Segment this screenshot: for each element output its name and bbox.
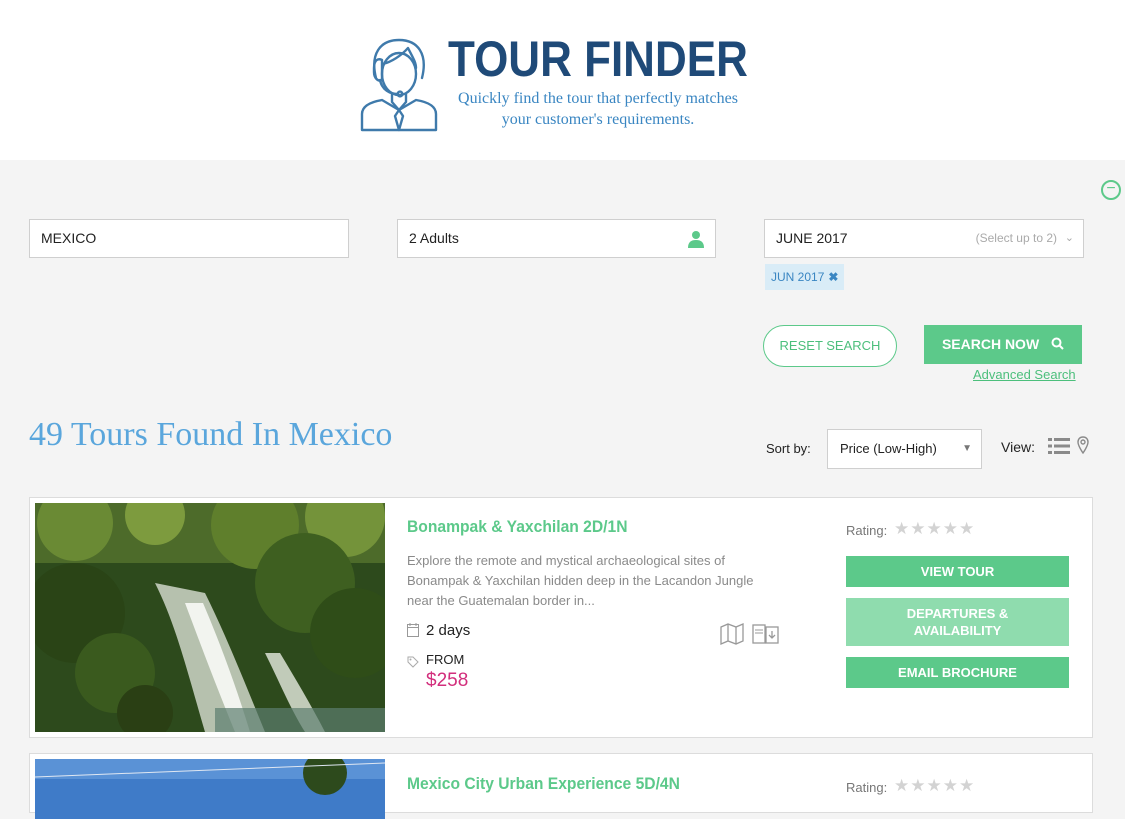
caret-down-icon: ▼ xyxy=(962,443,972,454)
tour-card: Mexico City Urban Experience 5D/4N Ratin… xyxy=(29,753,1093,819)
selected-date-tag: JUN 2017 ✖ xyxy=(765,264,845,290)
map-pin-icon[interactable] xyxy=(1077,436,1089,454)
travellers-input[interactable]: 2 Adults xyxy=(397,219,716,258)
search-icon xyxy=(1051,337,1064,350)
reset-search-button[interactable]: RESET SEARCH xyxy=(763,325,897,367)
tour-description: Explore the remote and mystical archaeol… xyxy=(407,553,754,608)
search-now-label: SEARCH NOW xyxy=(941,336,1040,352)
travel-date-hint: (Select up to 2) xyxy=(975,231,1057,245)
sort-select[interactable]: Price (Low-High) ▼ xyxy=(827,429,982,469)
remove-tag-icon[interactable]: ✖ xyxy=(828,270,838,284)
star-rating: ★★★★★ xyxy=(894,776,976,795)
agent-headset-icon xyxy=(360,38,438,132)
view-tour-button[interactable]: VIEW TOUR xyxy=(846,556,1069,587)
list-view-icon[interactable] xyxy=(1048,438,1070,454)
from-label: FROM xyxy=(426,652,465,667)
advanced-search-link[interactable]: Advanced Search xyxy=(973,367,1076,382)
sort-label: Sort by: xyxy=(766,441,811,456)
email-brochure-button[interactable]: EMAIL BROCHURE xyxy=(846,657,1069,688)
tour-title[interactable]: Bonampak & Yaxchilan 2D/1N xyxy=(407,517,627,537)
rating-label: Rating: xyxy=(846,523,888,538)
person-icon xyxy=(688,231,704,248)
sort-value: Price (Low-High) xyxy=(840,441,937,456)
calendar-icon xyxy=(407,623,419,637)
tour-duration: 2 days xyxy=(426,622,471,639)
destination-input[interactable]: MEXICO xyxy=(29,219,349,258)
collapse-icon[interactable]: − xyxy=(1101,180,1121,200)
travel-date-select[interactable]: JUNE 2017 (Select up to 2) ⌄ xyxy=(764,219,1084,258)
departures-availability-button[interactable]: DEPARTURES & AVAILABILITY xyxy=(846,598,1069,646)
view-label: View: xyxy=(1001,439,1035,455)
tour-title[interactable]: Mexico City Urban Experience 5D/4N xyxy=(407,774,680,794)
brand-subtitle: Quickly find the tour that perfectly mat… xyxy=(458,90,738,128)
header: TOUR FINDER Quickly find the tour that p… xyxy=(0,0,1125,160)
star-rating: ★★★★★ xyxy=(894,519,976,538)
results-heading: 49 Tours Found In Mexico xyxy=(29,416,393,453)
brochure-download-icon[interactable] xyxy=(752,623,780,645)
tour-card: Bonampak & Yaxchilan 2D/1N Explore the r… xyxy=(29,497,1093,738)
search-now-button[interactable]: SEARCH NOW xyxy=(924,325,1082,364)
selected-date-tag-label: JUN 2017 xyxy=(771,270,825,284)
rating-label: Rating: xyxy=(846,780,888,795)
tour-price: $258 xyxy=(426,670,469,691)
tour-photo-city[interactable] xyxy=(35,759,385,819)
travel-date-value: JUNE 2017 xyxy=(776,230,848,246)
brand-title: TOUR FINDER xyxy=(448,31,748,87)
price-tag-icon xyxy=(407,656,419,668)
chevron-down-icon: ⌄ xyxy=(1064,232,1074,244)
tour-photo-waterfall[interactable] xyxy=(35,503,385,732)
travellers-value: 2 Adults xyxy=(409,230,459,246)
map-icon[interactable] xyxy=(720,623,744,645)
